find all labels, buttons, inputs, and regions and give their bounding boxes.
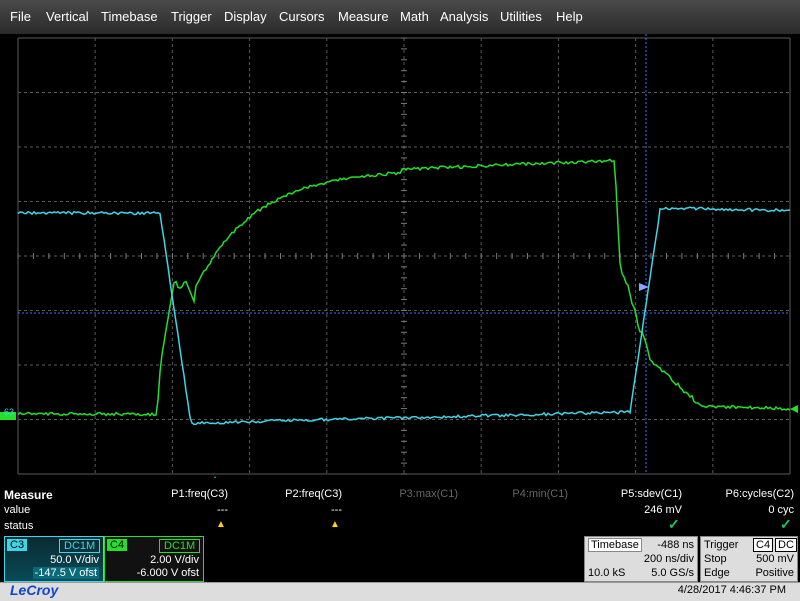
ok-check-icon: ✓ [780, 516, 792, 533]
channel-c4-coupling: DC1M [159, 539, 200, 553]
menu-file[interactable]: File [10, 9, 31, 24]
param-p6-value: 0 cyc [676, 504, 794, 516]
param-p1-label[interactable]: P1:freq(C3) [110, 488, 228, 500]
timebase-delay: -488 ns [657, 539, 694, 551]
scope-grid-area[interactable]: 63 [0, 34, 800, 476]
trigger-type: Edge [704, 567, 730, 579]
trace-c4 [18, 160, 790, 416]
timebase-descriptor[interactable]: Timebase -488 ns 200 ns/div 10.0 kS 5.0 … [584, 536, 698, 582]
menu-timebase[interactable]: Timebase [101, 9, 158, 24]
timebase-rate: 5.0 GS/s [651, 567, 694, 579]
menu-utilities[interactable]: Utilities [500, 9, 542, 24]
channel-c3-vdiv: 50.0 V/div [50, 554, 99, 566]
param-p5-label[interactable]: P5:sdev(C1) [564, 488, 682, 500]
trigger-level: 500 mV [756, 553, 794, 565]
menu-analysis[interactable]: Analysis [440, 9, 488, 24]
timebase-tdiv: 200 ns/div [644, 553, 694, 565]
measure-row-value: value [4, 504, 30, 516]
warning-icon: ▲ [216, 519, 226, 530]
channel-c4-vdiv: 2.00 V/div [150, 554, 199, 566]
measure-title: Measure [4, 488, 53, 502]
menu-measure[interactable]: Measure [338, 9, 389, 24]
param-p5-value: 246 mV [564, 504, 682, 516]
date-time: 4/28/2017 4:46:37 PM [678, 584, 786, 596]
menu-help[interactable]: Help [556, 9, 583, 24]
trigger-descriptor[interactable]: Trigger C4 DC Stop 500 mV Edge Positive [700, 536, 798, 582]
trigger-label: Trigger [704, 539, 738, 551]
ground-marker-label: 63 [4, 407, 14, 417]
param-p6-label[interactable]: P6:cycles(C2) [676, 488, 794, 500]
measure-row-status: status [4, 520, 33, 532]
trigger-channel: C4 [753, 538, 773, 552]
menu-bar: File Vertical Timebase Trigger Display C… [0, 0, 800, 35]
menu-cursors[interactable]: Cursors [279, 9, 325, 24]
channel-c3-coupling: DC1M [59, 539, 100, 553]
param-p1-value: --- [110, 504, 228, 516]
trigger-mode: Stop [704, 553, 727, 565]
ok-check-icon: ✓ [668, 516, 680, 533]
lecroy-logo: LeCroy [10, 582, 58, 598]
param-p2-label[interactable]: P2:freq(C3) [224, 488, 342, 500]
param-p4-label[interactable]: P4:min(C1) [454, 488, 568, 500]
menu-vertical[interactable]: Vertical [46, 9, 89, 24]
channel-c3-descriptor[interactable]: C3 DC1M 50.0 V/div -147.5 V ofst [4, 536, 104, 582]
trigger-slope: Positive [755, 567, 794, 579]
timebase-label: Timebase [588, 538, 642, 552]
menu-trigger[interactable]: Trigger [171, 9, 212, 24]
channel-c3-tag: C3 [7, 539, 27, 551]
trigger-level-icon[interactable] [790, 405, 798, 413]
channel-c4-descriptor[interactable]: C4 DC1M 2.00 V/div -6.000 V ofst [104, 536, 204, 582]
param-p2-value: --- [224, 504, 342, 516]
channel-c3-offset: -147.5 V ofst [33, 567, 99, 579]
param-p3-label[interactable]: P3:max(C1) [340, 488, 458, 500]
measure-panel: Measure value status P1:freq(C3) --- ▲ P… [0, 478, 800, 534]
warning-icon: ▲ [330, 519, 340, 530]
menu-math[interactable]: Math [400, 9, 429, 24]
channel-c4-tag: C4 [107, 539, 127, 551]
menu-display[interactable]: Display [224, 9, 267, 24]
trigger-coupling: DC [775, 538, 797, 552]
channel-c4-offset: -6.000 V ofst [137, 567, 199, 579]
timebase-samples: 10.0 kS [588, 567, 625, 579]
